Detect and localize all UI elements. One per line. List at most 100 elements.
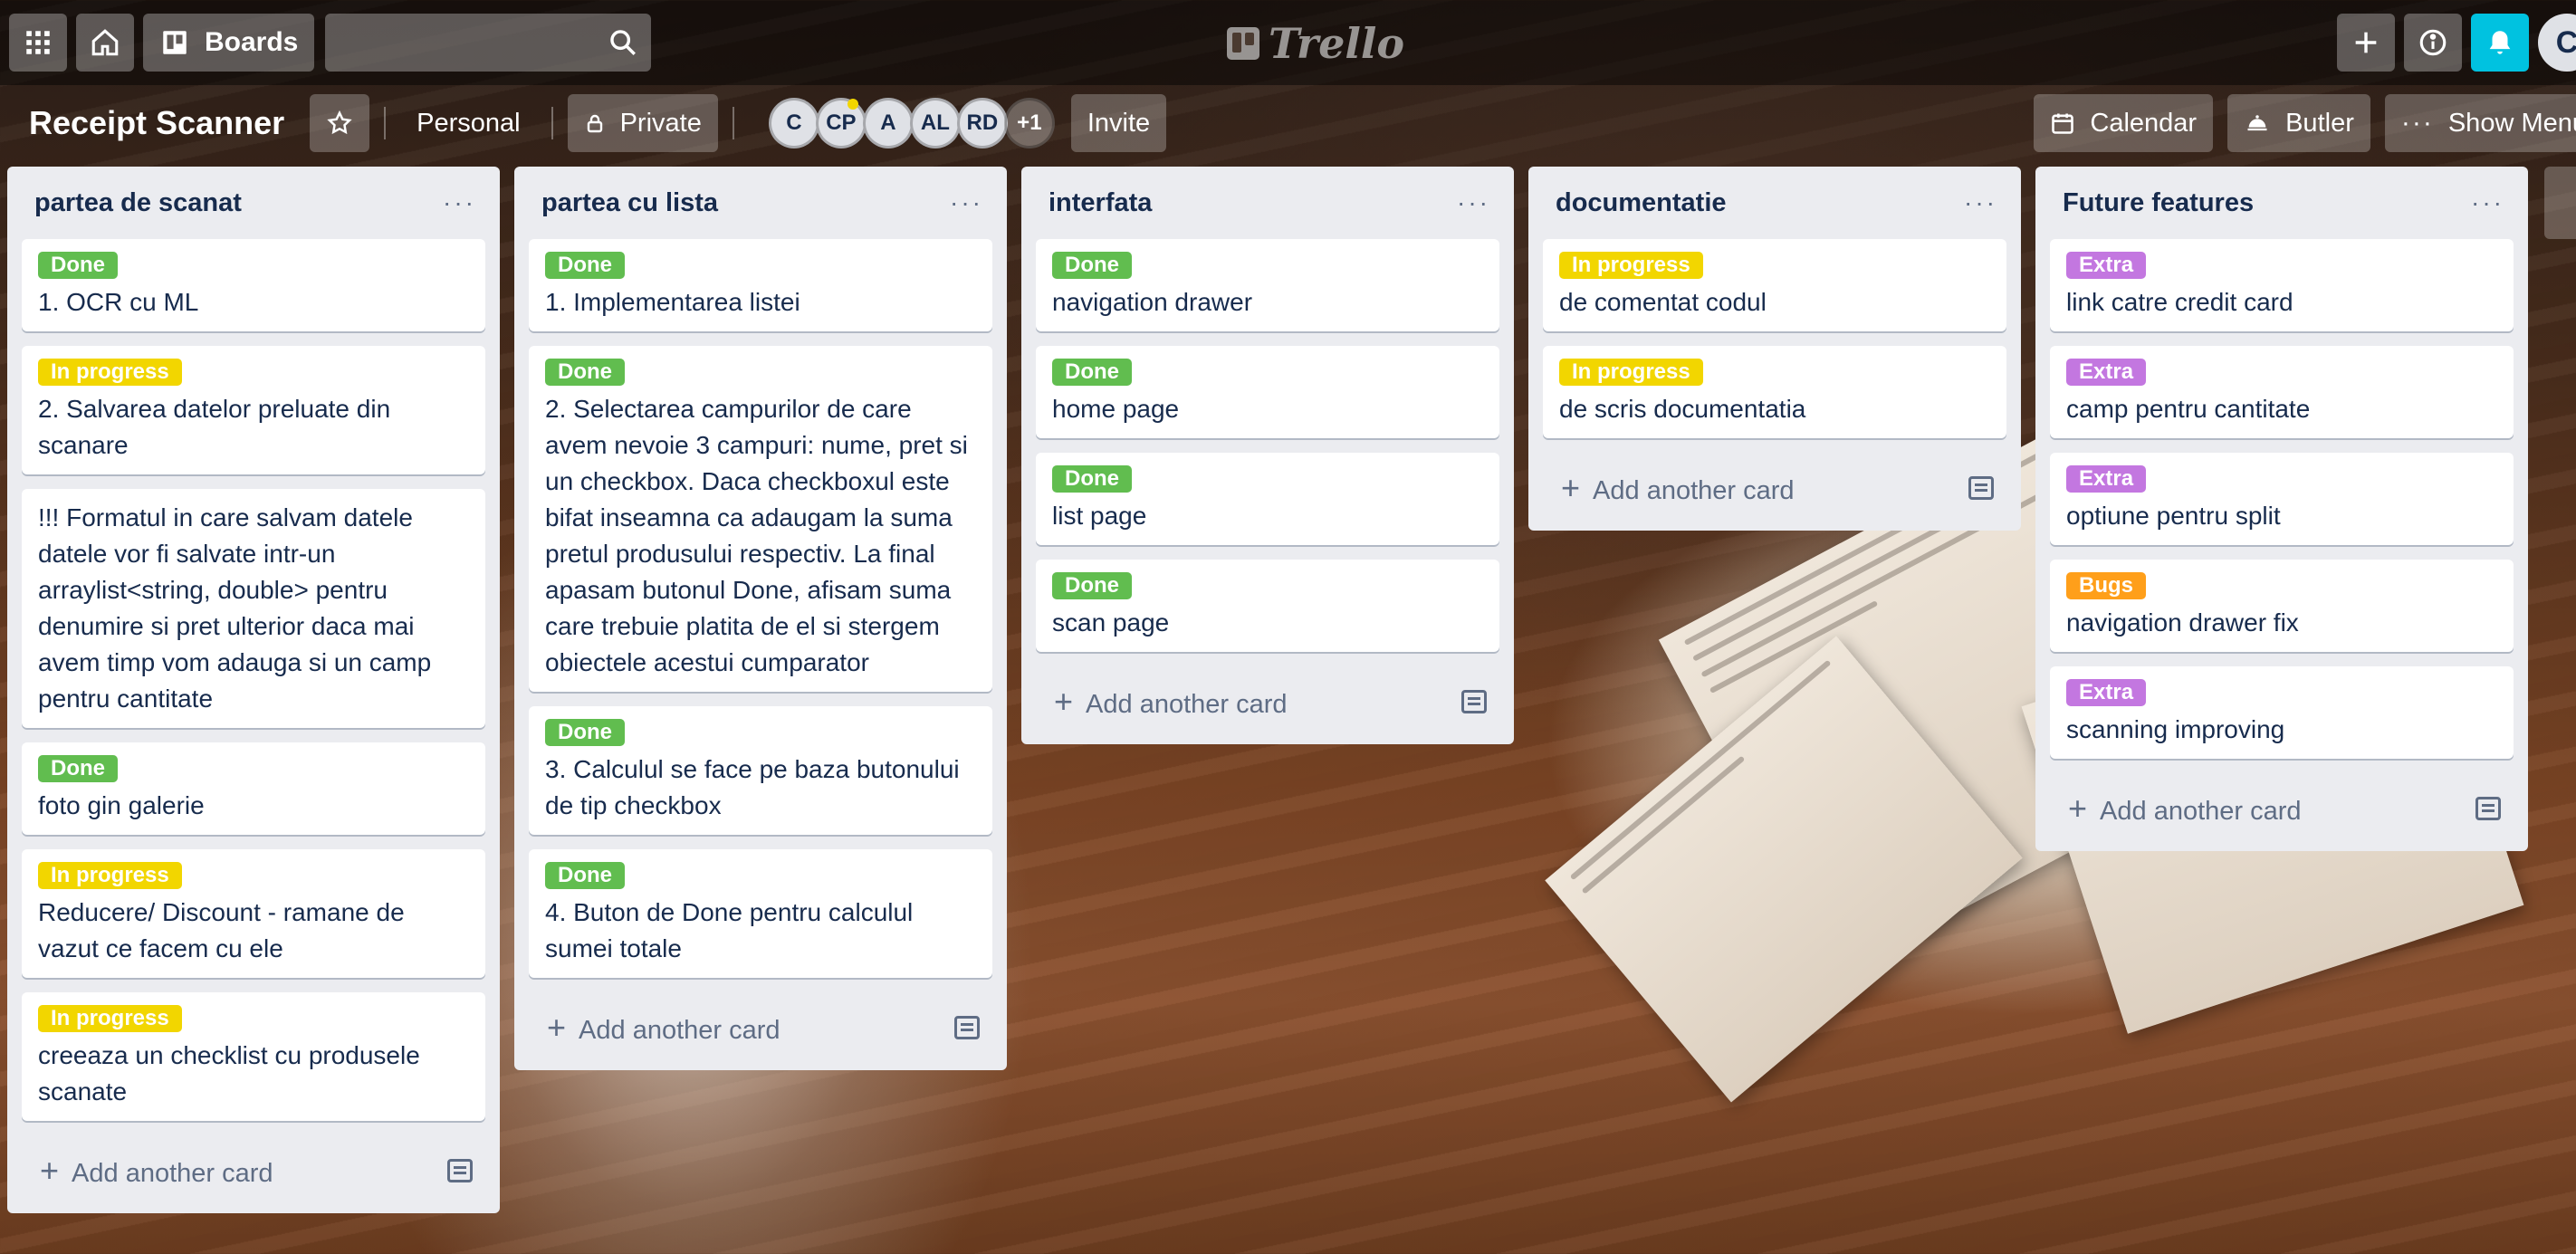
list-header: partea cu lista ··· [529,167,992,239]
card-label: In progress [38,359,182,386]
card-template-icon[interactable] [954,1016,980,1039]
invite-button[interactable]: Invite [1070,94,1167,152]
butler-button[interactable]: Butler [2227,94,2370,152]
card-label: Extra [2066,679,2147,706]
calendar-button[interactable]: Calendar [2034,94,2214,152]
add-card-button[interactable]: + Add another card [1036,666,1499,737]
search-input[interactable] [325,14,652,72]
board-title[interactable]: Receipt Scanner [29,104,284,142]
card-title: scanning improving [2066,715,2285,743]
card[interactable]: In progress de scris documentatia [1543,346,2006,438]
card[interactable]: In progress creeaza un checklist cu produ… [22,992,485,1121]
list-menu-icon[interactable]: ··· [1457,188,1490,217]
show-menu-button[interactable]: ··· Show Menu [2384,94,2576,152]
boards-label: Boards [205,27,299,57]
list-menu-icon[interactable]: ··· [950,188,983,217]
card-label: Extra [2066,252,2147,279]
add-card-button[interactable]: + Add another card [22,1135,485,1206]
plus-icon: + [2068,790,2088,827]
card[interactable]: Bugs navigation drawer fix [2050,560,2514,652]
card-title: link catre credit card [2066,288,2294,316]
trello-logo[interactable]: Trello [1227,16,1404,71]
card-title: scan page [1052,608,1170,637]
card-template-icon[interactable] [1968,476,1994,500]
card-title: Reducere/ Discount - ramane de vazut ce … [38,898,405,962]
card[interactable]: Done list page [1036,453,1499,545]
card[interactable]: Extra camp pentru cantitate [2050,346,2514,438]
list-title[interactable]: Future features [2063,188,2254,218]
card-label: Done [1052,465,1132,493]
card-template-icon[interactable] [447,1159,473,1182]
card-title: foto gin galerie [38,791,205,819]
card-template-icon[interactable] [1461,690,1487,713]
card[interactable]: Extra link catre credit card [2050,239,2514,331]
card[interactable]: Extra scanning improving [2050,666,2514,759]
card-label: Done [38,252,118,279]
card-template-icon[interactable] [2475,797,2501,820]
card-label: In progress [1559,359,1703,386]
card-label: Done [545,719,625,746]
admin-indicator [847,99,858,110]
member-avatar[interactable]: CP [815,98,867,148]
card[interactable]: Done 2. Selectarea campurilor de care ave… [529,346,992,692]
card-label: Done [1052,252,1132,279]
calendar-label: Calendar [2090,108,2198,138]
home-button[interactable] [76,14,134,72]
info-icon [2419,29,2447,56]
plus-icon: + [547,1009,567,1046]
card[interactable]: Extra optiune pentru split [2050,453,2514,545]
add-card-label: Add another card [1593,476,1795,505]
user-avatar[interactable]: C [2538,14,2576,72]
list-menu-icon[interactable]: ··· [443,188,476,217]
member-avatar[interactable]: AL [909,98,961,148]
add-card-button[interactable]: + Add another card [1543,453,2006,523]
list-header: partea de scanat ··· [22,167,485,239]
star-button[interactable] [310,94,370,152]
card[interactable]: In progress 2. Salvarea datelor preluate … [22,346,485,474]
card[interactable]: Done home page [1036,346,1499,438]
add-card-button[interactable]: + Add another card [2050,773,2514,844]
member-avatar[interactable]: C [768,98,819,148]
visibility-button[interactable]: Private [567,94,718,152]
card[interactable]: Done foto gin galerie [22,742,485,835]
card-title: camp pentru cantitate [2066,395,2311,423]
list-header: Future features ··· [2050,167,2514,239]
create-button[interactable] [2337,14,2395,72]
card-title: optiune pentru split [2066,502,2281,530]
card[interactable]: In progress Reducere/ Discount - ramane d… [22,849,485,978]
card[interactable]: !!! Formatul in care salvam datele datel… [22,489,485,728]
list-interfata: interfata ··· Done navigation drawer Done… [1021,167,1514,744]
card[interactable]: Done 1. Implementarea listei [529,239,992,331]
visibility-label: Private [619,108,702,138]
more-members-button[interactable]: +1 [1003,98,1055,148]
card-title: 4. Buton de Done pentru calculul sumei t… [545,898,914,962]
card[interactable]: Done 1. OCR cu ML [22,239,485,331]
apps-grid-button[interactable] [9,14,67,72]
info-button[interactable] [2404,14,2462,72]
header-divider [732,107,734,139]
member-avatar[interactable]: A [862,98,914,148]
list-menu-icon[interactable]: ··· [1964,188,1997,217]
list-title[interactable]: partea de scanat [34,188,242,218]
header-divider [384,107,387,139]
team-button[interactable]: Personal [400,94,536,152]
trello-logo-icon [1227,27,1259,60]
add-list-button[interactable] [2544,167,2576,239]
card-label: Extra [2066,465,2147,493]
card[interactable]: Done navigation drawer [1036,239,1499,331]
list-title[interactable]: interfata [1049,188,1152,218]
card[interactable]: Done scan page [1036,560,1499,652]
list-title[interactable]: documentatie [1556,188,1727,218]
lock-icon [587,114,602,133]
member-avatar[interactable]: RD [956,98,1008,148]
card[interactable]: Done 3. Calculul se face pe baza butonulu… [529,706,992,835]
list-title[interactable]: partea cu lista [541,188,718,218]
boards-button[interactable]: Boards [143,14,315,72]
boards-icon [163,31,187,54]
notifications-button[interactable] [2471,14,2529,72]
card[interactable]: In progress de comentat codul [1543,239,2006,331]
calendar-icon [2052,113,2074,134]
card[interactable]: Done 4. Buton de Done pentru calculul sum… [529,849,992,978]
list-menu-icon[interactable]: ··· [2471,188,2504,217]
add-card-button[interactable]: + Add another card [529,992,992,1063]
